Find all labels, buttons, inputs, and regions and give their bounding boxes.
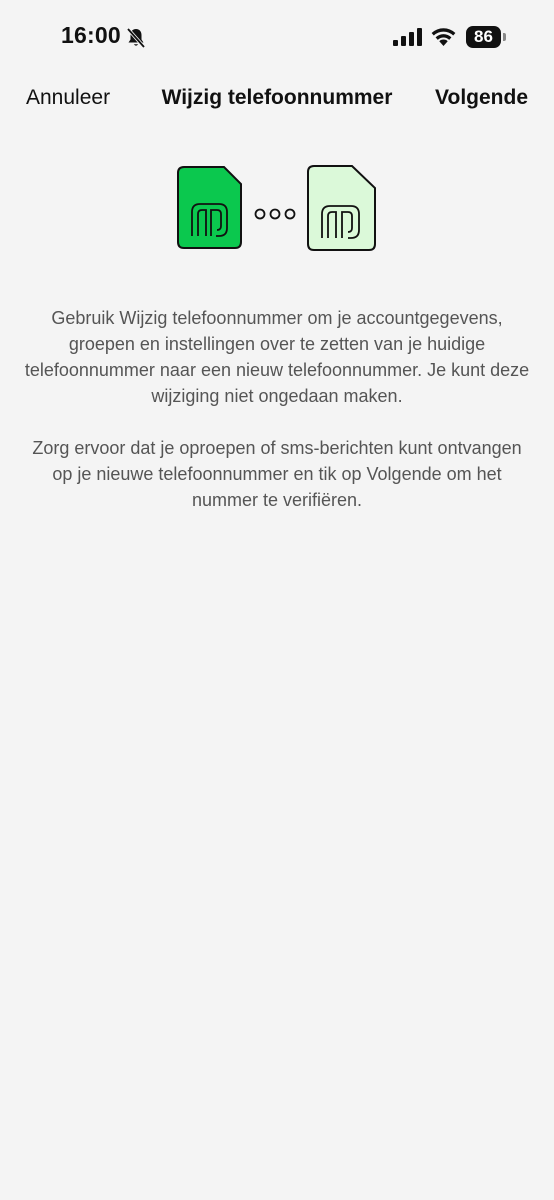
next-button[interactable]: Volgende xyxy=(435,86,528,110)
transfer-dots-icon xyxy=(254,208,296,220)
cellular-signal-icon xyxy=(393,28,422,46)
battery-level: 86 xyxy=(474,27,493,46)
new-sim-card-icon xyxy=(307,165,376,251)
navigation-bar: Annuleer Wijzig telefoonnummer Volgende xyxy=(0,78,554,118)
battery-icon: 86 xyxy=(466,26,506,48)
battery-tip xyxy=(503,33,506,41)
status-time: 16:00 xyxy=(61,22,121,48)
cancel-button[interactable]: Annuleer xyxy=(26,86,110,110)
change-number-illustration xyxy=(177,165,376,251)
bell-slash-icon xyxy=(126,27,146,49)
explanation-text: Gebruik Wijzig telefoonnummer om je acco… xyxy=(24,305,530,513)
wifi-icon xyxy=(431,28,456,46)
old-sim-card-icon xyxy=(177,166,242,249)
status-bar: 16:00 86 xyxy=(0,0,554,70)
explanation-paragraph-2: Zorg ervoor dat je oproepen of sms-beric… xyxy=(32,438,522,510)
explanation-paragraph-1: Gebruik Wijzig telefoonnummer om je acco… xyxy=(24,308,530,406)
